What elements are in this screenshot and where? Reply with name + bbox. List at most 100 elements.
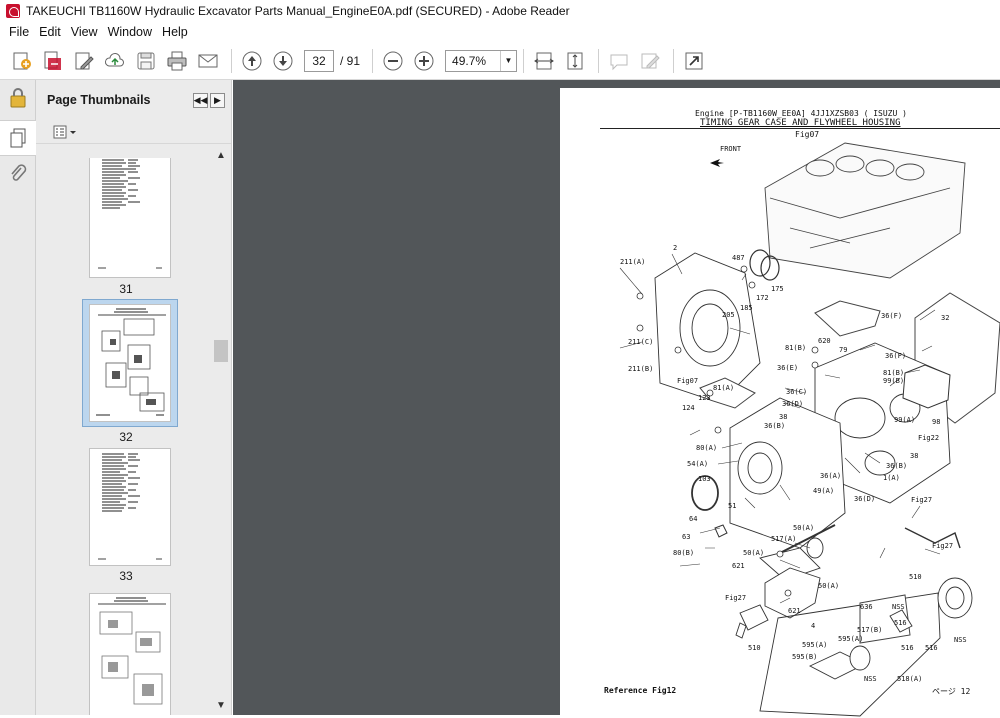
comment-button[interactable] (605, 47, 633, 75)
page-thumbnail[interactable] (89, 593, 171, 715)
scroll-down-icon[interactable]: ▼ (216, 700, 226, 711)
callout-label: 64 (689, 515, 697, 523)
save-icon (137, 52, 155, 69)
callout-label: 4 (811, 622, 815, 630)
print-button[interactable] (163, 47, 191, 75)
previous-page-button[interactable] (238, 47, 266, 75)
callout-label: 80(B) (673, 549, 694, 557)
page-footer-right: ページ 12 (932, 687, 971, 696)
edit-button[interactable] (70, 47, 98, 75)
callout-label: 124 (682, 404, 695, 412)
scroll-up-icon[interactable]: ▲ (216, 150, 226, 161)
scrollbar-thumb[interactable] (214, 340, 228, 362)
callout-label: 36(F) (881, 312, 902, 320)
callout-label: 518(A) (897, 675, 922, 683)
callout-label: 38 (910, 452, 918, 460)
callout-label: 80(A) (696, 444, 717, 452)
exploded-parts-diagram: 2 211(A) 487 175 172 185 205 211(C) 211(… (619, 142, 1000, 717)
expand-panel-button[interactable]: ▶ (210, 92, 225, 108)
save-button[interactable] (132, 47, 160, 75)
callout-label: 99(B) (883, 377, 904, 385)
callout-label: 1(A) (883, 474, 900, 482)
thumbnail-item[interactable]: 31 (36, 144, 216, 296)
menu-edit[interactable]: Edit (34, 25, 66, 39)
callout-label: 211(B) (628, 365, 653, 373)
document-view[interactable]: Engine [P-TB1160W_EE0A] 4JJ1XZSB03 ( ISU… (233, 80, 1000, 718)
callout-label: 123 (698, 394, 711, 402)
callout-label: 621 (788, 607, 801, 615)
thumbnail-item[interactable]: 33 (36, 444, 216, 589)
envelope-icon (198, 54, 218, 67)
toolbar-divider (523, 48, 525, 73)
thumbnail-content (96, 308, 166, 416)
callout-label: 36(D) (854, 495, 875, 503)
thumbnail-item[interactable] (36, 589, 216, 715)
callout-label: 50(A) (743, 549, 764, 557)
callout-label: Fig22 (918, 434, 939, 442)
options-menu-icon[interactable] (53, 125, 79, 139)
callout-label: 36(E) (777, 364, 798, 372)
thumbnail-content (98, 159, 162, 269)
navigation-pane-rail (0, 80, 36, 715)
fit-width-button[interactable] (530, 47, 558, 75)
upload-button[interactable] (101, 47, 129, 75)
paperclip-icon (11, 164, 27, 181)
callout-label: 211(A) (620, 258, 645, 266)
email-button[interactable] (194, 47, 222, 75)
chevron-down-icon[interactable]: ▼ (500, 50, 516, 71)
callout-label: 36(C) (786, 388, 807, 396)
create-pdf-icon (13, 52, 31, 69)
comment-icon (610, 54, 628, 70)
menu-file[interactable]: File (4, 25, 34, 39)
page-number-input[interactable]: 32 (304, 49, 334, 72)
minus-circle-icon (383, 51, 403, 70)
callout-label: 636 (860, 603, 873, 611)
callout-label: 621 (732, 562, 745, 570)
attachments-button[interactable] (0, 156, 36, 192)
zoom-out-button[interactable] (379, 47, 407, 75)
window-title: TAKEUCHI TB1160W Hydraulic Excavator Par… (26, 4, 570, 18)
menu-window[interactable]: Window (103, 25, 157, 39)
collapse-panel-button[interactable]: ◀◀ (193, 92, 208, 108)
convert-pdf-button[interactable] (39, 47, 67, 75)
page-thumbnails-button[interactable] (0, 120, 36, 156)
zoom-in-button[interactable] (410, 47, 438, 75)
create-pdf-button[interactable] (8, 47, 36, 75)
security-button[interactable] (0, 80, 36, 116)
page-thumbnail[interactable] (89, 304, 171, 422)
thumbnail-scrollbar[interactable]: ▲ ▼ (211, 144, 231, 715)
full-screen-button[interactable] (680, 47, 708, 75)
page-thumbnail[interactable] (89, 158, 171, 278)
page-thumbnail[interactable] (89, 448, 171, 566)
callout-label: 185 (740, 304, 753, 312)
page-total: / 91 (340, 53, 361, 68)
pen-icon (641, 53, 660, 68)
callout-label: 175 (771, 285, 784, 293)
callout-label: 81(A) (713, 384, 734, 392)
menu-help[interactable]: Help (157, 25, 193, 39)
callout-label: 487 (732, 254, 745, 262)
menu-bar: File Edit View Window Help (0, 22, 1000, 42)
callout-label: 103 (698, 475, 711, 483)
callout-label: 81(B) (785, 344, 806, 352)
fit-page-button[interactable] (561, 47, 589, 75)
callout-label: 51 (728, 502, 736, 510)
zoom-select[interactable]: 49.7% ▼ (445, 49, 518, 72)
panel-options (36, 120, 231, 144)
callout-label: 36(A) (820, 472, 841, 480)
callout-label: NSS (864, 675, 877, 683)
menu-view[interactable]: View (66, 25, 103, 39)
callout-label: 98 (932, 418, 940, 426)
callout-label: 79 (839, 346, 847, 354)
title-bar: TAKEUCHI TB1160W Hydraulic Excavator Par… (0, 0, 1000, 22)
callout-label: Fig27 (725, 594, 746, 602)
callout-label: 32 (941, 314, 949, 322)
callout-label: 595(B) (792, 653, 817, 661)
thumbnail-item-selected[interactable]: 32 (36, 299, 216, 444)
next-page-button[interactable] (269, 47, 297, 75)
sign-button[interactable] (636, 47, 664, 75)
callout-label: 50(A) (818, 582, 839, 590)
panel-header: Page Thumbnails ◀◀ ▶ (36, 80, 231, 120)
callout-label: 620 (818, 337, 831, 345)
toolbar-divider (231, 48, 232, 73)
